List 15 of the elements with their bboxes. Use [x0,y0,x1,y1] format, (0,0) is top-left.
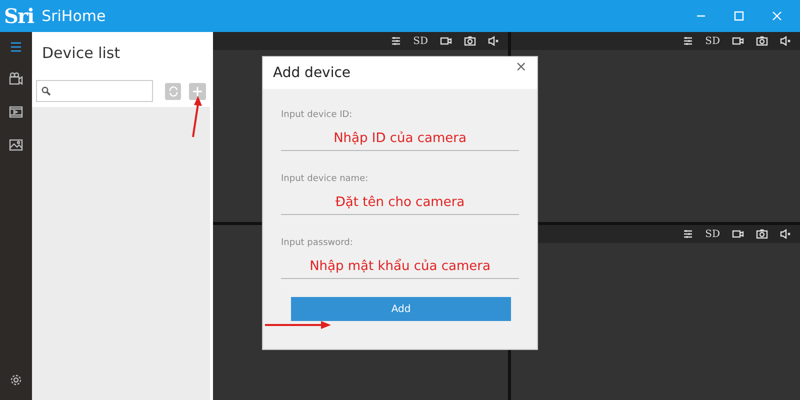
input-field[interactable]: Nhập ID của camera [281,126,519,151]
window-title: SriHome [42,6,106,27]
input-field[interactable]: Nhập mật khẩu của camera [281,254,519,279]
quality-toggle[interactable]: SD [705,226,720,242]
close-button[interactable]: × [515,57,527,78]
field-label: Input device name: [281,173,370,186]
field-label: Input password: [281,237,354,250]
field-label: Input device ID: [281,109,354,122]
quality-toggle[interactable]: SD [413,34,428,48]
dialog-title: Add device [273,65,351,81]
input-field[interactable]: Đặt tên cho camera [281,190,519,215]
add-button[interactable]: Add [291,297,511,321]
panel-title: Device list [42,44,120,62]
quality-toggle[interactable]: SD [705,34,720,48]
logo: Sri [4,6,34,26]
